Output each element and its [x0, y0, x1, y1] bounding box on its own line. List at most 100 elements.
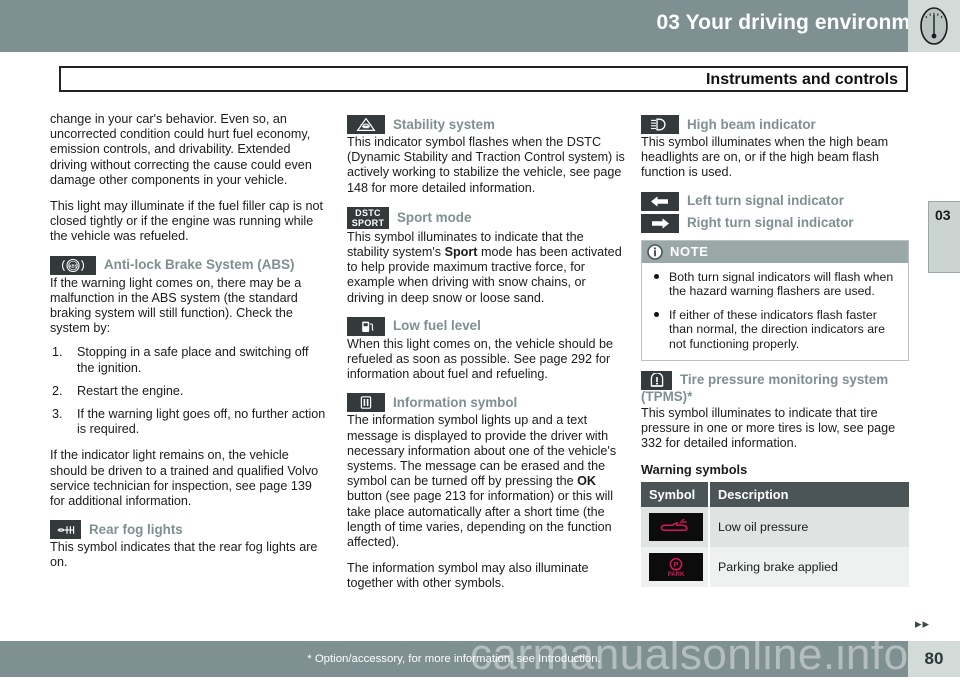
table-cell-symbol: P PARK [641, 547, 709, 587]
tpms-heading-line-2-row: (TPMS)* [641, 389, 911, 405]
tpms-heading: Tire pressure monitoring system [680, 372, 888, 388]
tpms-heading-line-1: Tire pressure monitoring system [680, 372, 888, 387]
bullet-icon [654, 312, 659, 317]
stability-heading: Stability system [393, 117, 495, 133]
left-turn-signal-icon [641, 192, 679, 211]
column-header-symbol: Symbol [641, 482, 709, 507]
tpms-heading-line-2: (TPMS)* [641, 389, 692, 404]
note-label: NOTE [670, 244, 709, 259]
paragraph: This symbol indicates that the rear fog … [50, 540, 328, 570]
column-middle: Stability system This indicator symbol f… [347, 112, 625, 603]
paragraph: change in your car's behavior. Even so, … [50, 112, 328, 188]
list-item-text: Restart the engine. [77, 384, 183, 398]
paragraph: When this light comes on, the vehicle sh… [347, 337, 625, 383]
chapter-tab-number: 03 [935, 207, 951, 223]
info-circle-icon [647, 244, 663, 260]
warning-symbols-table: Symbol Description Low oil pressure [641, 482, 909, 587]
text-run: button (see page 213 for information) or… [347, 489, 613, 549]
paragraph: This indicator symbol flashes when the D… [347, 135, 625, 196]
left-turn-heading: Left turn signal indicator [687, 193, 844, 209]
page-header: 03 Your driving environment [0, 0, 960, 52]
paragraph: This light may illuminate if the fuel fi… [50, 199, 328, 245]
right-turn-heading: Right turn signal indicator [687, 215, 854, 231]
note-box: NOTE Both turn signal indicators will fl… [641, 240, 909, 361]
low-oil-pressure-icon [649, 513, 703, 541]
abs-heading-row: ABS Anti-lock Brake System (ABS) [50, 256, 328, 275]
table-cell-symbol [641, 507, 709, 547]
rear-fog-light-icon [50, 520, 81, 539]
information-symbol-heading-row: Information symbol [347, 393, 625, 412]
text-run: The information symbol lights up and a t… [347, 413, 616, 488]
footer-note: * Option/accessory, for more information… [0, 641, 908, 677]
paragraph: The information symbol lights up and a t… [347, 413, 625, 550]
rear-fog-heading: Rear fog lights [89, 522, 183, 538]
left-turn-heading-row: Left turn signal indicator [641, 192, 911, 211]
rear-fog-heading-row: Rear fog lights [50, 520, 328, 539]
low-fuel-heading: Low fuel level [393, 318, 481, 334]
paragraph: The information symbol may also illumina… [347, 561, 625, 591]
bullet-icon [654, 274, 659, 279]
svg-text:ABS: ABS [68, 263, 77, 268]
list-item-number: 1. [52, 345, 63, 360]
table-cell-description: Low oil pressure [709, 507, 909, 547]
paragraph: This symbol illuminates to indicate that… [347, 230, 625, 306]
right-turn-heading-row: Right turn signal indicator [641, 214, 911, 233]
high-beam-icon [641, 115, 679, 134]
svg-text:PARK: PARK [668, 572, 685, 578]
column-left: change in your car's behavior. Even so, … [50, 112, 328, 582]
paragraph: This symbol illuminates to indicate that… [641, 406, 911, 452]
table-cell-description: Parking brake applied [709, 547, 909, 587]
list-item-text: If the warning light goes off, no furthe… [77, 407, 325, 436]
gauge-icon [918, 6, 950, 46]
page-title: 03 Your driving environment [657, 11, 942, 35]
sport-mode-heading: Sport mode [397, 210, 471, 226]
tire-pressure-icon [641, 371, 672, 390]
stability-heading-row: Stability system [347, 115, 625, 134]
fuel-pump-icon [347, 317, 385, 336]
text-bold: Sport [445, 245, 478, 259]
list-item-number: 3. [52, 407, 63, 422]
column-header-description: Description [709, 482, 909, 507]
note-list: Both turn signal indicators will flash w… [651, 270, 899, 352]
information-symbol-icon [347, 393, 385, 412]
text-bold: OK [577, 474, 596, 488]
tpms-heading-row: Tire pressure monitoring system [641, 371, 911, 390]
paragraph: If the indicator light remains on, the v… [50, 448, 328, 509]
header-icon-panel [908, 0, 960, 52]
list-item: If either of these indicators flash fast… [651, 308, 899, 352]
list-item: Both turn signal indicators will flash w… [651, 270, 899, 299]
list-item-number: 2. [52, 384, 63, 399]
dstc-icon-line-1: DSTC [355, 208, 381, 218]
dstc-icon-line-2: SPORT [352, 218, 385, 228]
list-item-text: Both turn signal indicators will flash w… [669, 270, 893, 299]
table-header-row: Symbol Description [641, 482, 909, 507]
low-fuel-heading-row: Low fuel level [347, 317, 625, 336]
section-title-box: Instruments and controls [59, 66, 908, 92]
sport-mode-heading-row: DSTC SPORT Sport mode [347, 207, 625, 229]
page-number: 80 [908, 641, 960, 677]
list-item-text: If either of these indicators flash fast… [669, 308, 885, 351]
abs-steps-list: 1. Stopping in a safe place and switchin… [50, 345, 328, 437]
table-row: P PARK Parking brake applied [641, 547, 909, 587]
note-header: NOTE [642, 241, 908, 263]
information-symbol-heading: Information symbol [393, 395, 517, 411]
table-row: Low oil pressure [641, 507, 909, 547]
note-body: Both turn signal indicators will flash w… [642, 263, 908, 360]
list-item: 1. Stopping in a safe place and switchin… [50, 345, 328, 375]
stability-system-icon [347, 115, 385, 134]
section-title: Instruments and controls [706, 71, 898, 89]
dstc-sport-icon: DSTC SPORT [347, 207, 389, 229]
abs-warning-icon: ABS [50, 256, 96, 275]
svg-text:P: P [674, 562, 679, 569]
chapter-tab: 03 [928, 201, 960, 273]
pager-glyph: ▸▸ [915, 616, 930, 632]
list-item: 2. Restart the engine. [50, 384, 328, 399]
high-beam-heading: High beam indicator [687, 117, 816, 133]
list-item-text: Stopping in a safe place and switching o… [77, 345, 309, 374]
paragraph: This symbol illuminates when the high be… [641, 135, 911, 181]
right-turn-signal-icon [641, 214, 679, 233]
list-item: 3. If the warning light goes off, no fur… [50, 407, 328, 437]
paragraph: If the warning light comes on, there may… [50, 276, 328, 337]
abs-heading: Anti-lock Brake System (ABS) [104, 257, 295, 273]
warning-symbols-title: Warning symbols [641, 462, 911, 477]
